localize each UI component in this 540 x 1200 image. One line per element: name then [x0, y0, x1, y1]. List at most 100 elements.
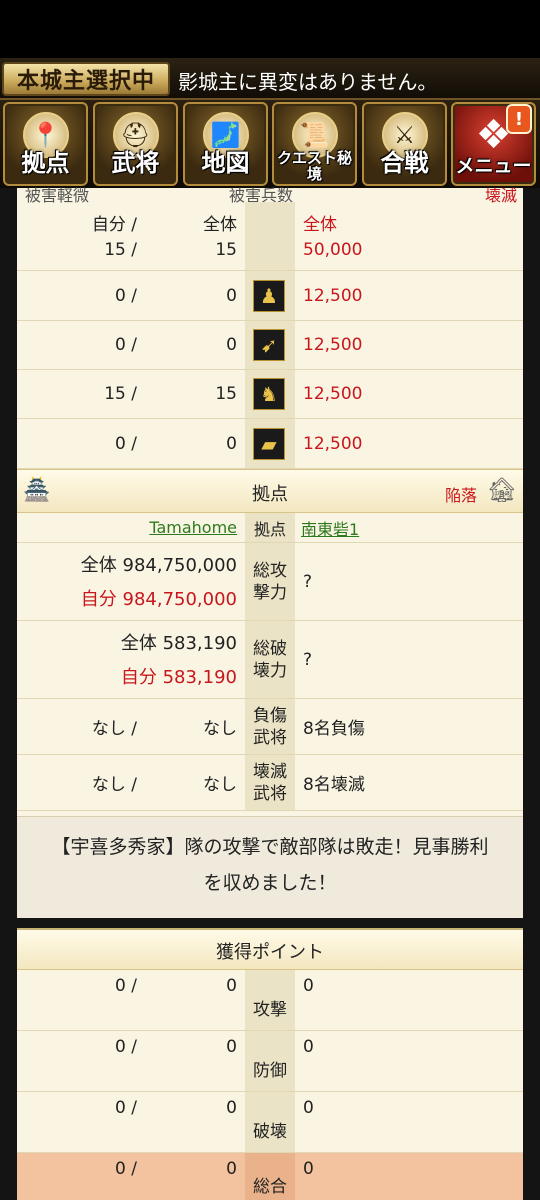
destroyed-self: なし / [91, 775, 137, 795]
injured-enemy: 8名負傷 [303, 719, 365, 739]
spearman-icon: ♟ [253, 280, 285, 312]
base-label: 拠点 [245, 513, 295, 542]
unit-self: 0 / [115, 335, 137, 355]
burning-fort-icon: 🏚 [486, 476, 517, 504]
injured-generals-label: 負傷 武将 [245, 699, 295, 754]
table-row: 0 / 0 ▰ 12,500 [17, 419, 523, 469]
unit-self: 0 / [115, 285, 137, 306]
status-bar [0, 0, 540, 58]
table-row: 15 / 15 ♞ 12,500 [17, 370, 523, 419]
injured-total: なし [203, 719, 237, 739]
unit-total: 0 [226, 285, 237, 306]
points-panel: 獲得ポイント 攻撃 0 / 0 0 防御 0 / 0 0 破壊 0 / 0 0 … [17, 928, 523, 1200]
injured-self: なし / [91, 719, 137, 739]
bow-icon: ➹ [253, 329, 285, 361]
battle-result-message: 【宇喜多秀家】隊の攻撃で敵部隊は敗走！見事勝利 を収めました！ [17, 816, 523, 918]
unit-total: 0 [226, 433, 237, 454]
nav-battle-button[interactable]: ⚔ 合戦 [362, 102, 447, 186]
nav-general-label: 武将 [111, 149, 160, 177]
destroyed-enemy: 8名壊滅 [303, 775, 365, 795]
unit-enemy: 12,500 [303, 433, 363, 454]
unit-enemy: 12,500 [303, 384, 363, 404]
points-section-header: 獲得ポイント [17, 930, 523, 970]
enemy-total-header: 全体 [303, 214, 337, 235]
table-row: 攻撃 0 / 0 0 [17, 970, 523, 1031]
destroy-power-row: 総破 壊力 全体 583,190 自分 583,190 ? [17, 621, 523, 699]
points-enemy: 0 [303, 1098, 314, 1118]
nav-quest-label: クエスト秘境 [276, 149, 352, 183]
attacker-row: 拠点 Tamahome 南東砦1 [17, 513, 523, 543]
horse-icon: ♞ [253, 378, 285, 410]
points-enemy: 0 [303, 1037, 314, 1057]
castle-select-badge[interactable]: 本城主選択中 [2, 62, 170, 96]
enemy-total-value: 50,000 [303, 240, 363, 260]
castle-status-bar: 本城主選択中 影城主に異変はありません。 [0, 58, 540, 100]
unit-enemy: 12,500 [303, 335, 363, 355]
points-enemy: 0 [303, 976, 314, 996]
points-label: 防御 [245, 1031, 295, 1091]
cannon-icon: ▰ [253, 428, 285, 460]
destroyed-total: なし [203, 775, 237, 795]
points-label: 破壊 [245, 1092, 295, 1152]
attack-power-label: 総攻 撃力 [245, 543, 295, 620]
points-label: 攻撃 [245, 970, 295, 1030]
nav-base-button[interactable]: 📍 拠点 [3, 102, 88, 186]
notification-badge: ! [506, 104, 532, 134]
destroy-enemy: ? [303, 649, 313, 670]
points-self: 0 / [115, 976, 137, 996]
castle-status-message: 影城主に異変はありません。 [178, 70, 438, 94]
points-self: 0 / [115, 1037, 137, 1057]
nav-map-button[interactable]: 🗾 地図 [183, 102, 268, 186]
destroy-self: 自分 583,190 [120, 667, 237, 688]
nav-battle-label: 合戦 [380, 149, 429, 177]
unit-total: 15 [215, 384, 237, 404]
total-value: 15 [215, 240, 237, 260]
points-self: 0 / [115, 1159, 137, 1179]
points-enemy: 0 [303, 1159, 314, 1179]
attack-total: 全体 984,750,000 [80, 555, 237, 576]
points-total: 0 [226, 1159, 237, 1179]
table-row: 0 / 0 ➹ 12,500 [17, 321, 523, 370]
points-total: 0 [226, 976, 237, 996]
main-nav: 📍 拠点 ⛑ 武将 🗾 地図 📜 クエスト秘境 ⚔ 合戦 ❖ メニュー ! [0, 100, 540, 188]
destroy-power-label: 総破 壊力 [245, 621, 295, 698]
destroyed-generals-row: 壊滅 武将 なし / なし 8名壊滅 [17, 755, 523, 811]
unit-total: 0 [226, 335, 237, 355]
cut-header-row: 被害軽微 被害兵数 壊滅 [17, 182, 523, 205]
battle-result-line1: 【宇喜多秀家】隊の攻撃で敵部隊は敗走！見事勝利 [51, 836, 489, 858]
self-value: 15 / [104, 240, 137, 260]
self-header: 自分 / [91, 214, 137, 235]
points-self: 0 / [115, 1098, 137, 1118]
destroy-total: 全体 583,190 [120, 633, 237, 654]
attacker-link[interactable]: Tamahome [149, 518, 237, 537]
table-row: 破壊 0 / 0 0 [17, 1092, 523, 1153]
battle-result-line2: を収めました！ [203, 872, 337, 894]
unit-enemy: 12,500 [303, 285, 363, 306]
base-name-link[interactable]: 南東砦1 [301, 516, 359, 540]
battle-report-panel: 被害軽微 被害兵数 壊滅 自分 / 全体 全体 15 / 15 50,000 0… [17, 186, 523, 918]
injured-generals-row: 負傷 武将 なし / なし 8名負傷 [17, 699, 523, 755]
unit-self: 0 / [115, 433, 137, 454]
points-section-title: 獲得ポイント [216, 942, 324, 963]
fallen-label: 陥落 [444, 486, 477, 505]
nav-general-button[interactable]: ⛑ 武将 [93, 102, 178, 186]
damage-summary-row: 自分 / 全体 全体 15 / 15 50,000 [17, 202, 523, 271]
attack-self: 自分 984,750,000 [80, 589, 237, 610]
nav-map-label: 地図 [201, 149, 250, 177]
destroyed-generals-label: 壊滅 武将 [245, 755, 295, 810]
nav-quest-button[interactable]: 📜 クエスト秘境 [272, 102, 357, 186]
table-row: 0 / 0 ♟ 12,500 [17, 271, 523, 321]
points-label: 総合 [245, 1153, 295, 1200]
base-section-header: 🏯 拠点 陥落 🏚 [17, 469, 523, 513]
attack-enemy: ? [303, 571, 313, 592]
points-total: 0 [226, 1037, 237, 1057]
nav-base-label: 拠点 [21, 149, 70, 177]
nav-menu-label: メニュー [455, 155, 532, 177]
table-row: 防御 0 / 0 0 [17, 1031, 523, 1092]
points-total-row: 総合 0 / 0 0 [17, 1153, 523, 1200]
attack-power-row: 総攻 撃力 全体 984,750,000 自分 984,750,000 ? [17, 543, 523, 621]
unit-self: 15 / [104, 384, 137, 404]
points-total: 0 [226, 1098, 237, 1118]
nav-menu-button[interactable]: ❖ メニュー ! [451, 102, 536, 186]
total-header: 全体 [203, 214, 237, 235]
